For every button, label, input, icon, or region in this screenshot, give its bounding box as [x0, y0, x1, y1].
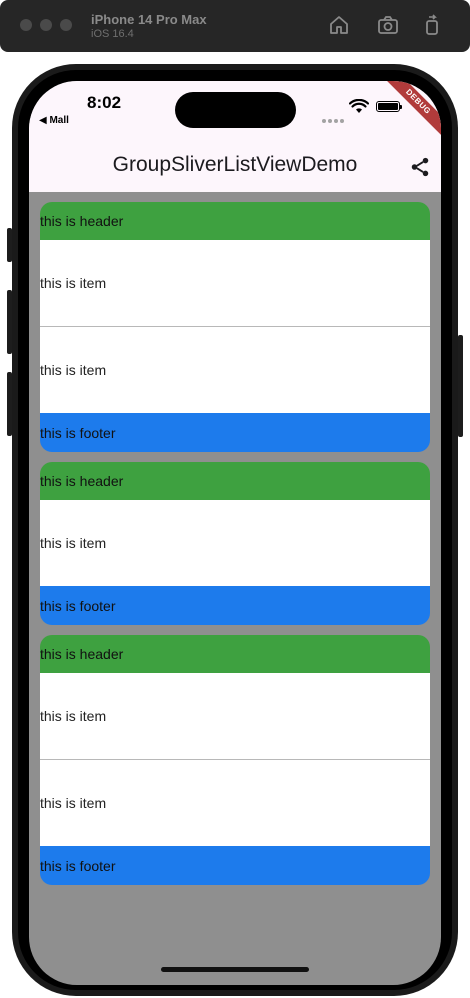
app-bar: 8:02 ◀ Mall DEBUG GroupSliverListViewDem… — [29, 81, 441, 192]
list-group: this is header this is item this is item… — [40, 635, 430, 885]
group-header: this is header — [40, 462, 430, 500]
volume-down-button — [7, 372, 12, 436]
device-name: iPhone 14 Pro Max — [91, 12, 207, 27]
battery-icon — [376, 101, 402, 112]
list-item[interactable]: this is item — [40, 240, 430, 326]
dynamic-island — [175, 92, 296, 128]
signal-dots-icon — [322, 110, 346, 128]
home-indicator[interactable] — [161, 967, 309, 972]
list-item[interactable]: this is item — [40, 500, 430, 586]
home-icon[interactable] — [327, 13, 351, 37]
list-group: this is header this is item this is item… — [40, 202, 430, 452]
action-button — [7, 228, 12, 262]
close-window-button[interactable] — [20, 19, 32, 31]
group-footer: this is footer — [40, 413, 430, 452]
rotate-icon[interactable] — [420, 13, 444, 37]
list-group: this is header this is item this is foot… — [40, 462, 430, 625]
simulator-toolbar: iPhone 14 Pro Max iOS 16.4 — [0, 0, 470, 52]
volume-up-button — [7, 290, 12, 354]
group-footer: this is footer — [40, 586, 430, 625]
power-button — [458, 335, 463, 437]
back-to-app-link[interactable]: ◀ Mall — [39, 115, 69, 126]
status-time: 8:02 — [87, 93, 122, 112]
wifi-icon — [349, 99, 369, 113]
list-item[interactable]: this is item — [40, 327, 430, 413]
os-version: iOS 16.4 — [91, 28, 134, 40]
group-sliver-list[interactable]: this is header this is item this is item… — [40, 202, 430, 895]
list-item[interactable]: this is item — [40, 673, 430, 759]
page-title: GroupSliverListViewDemo — [112, 153, 358, 176]
zoom-window-button[interactable] — [60, 19, 72, 31]
group-footer: this is footer — [40, 846, 430, 885]
group-header: this is header — [40, 202, 430, 240]
device-screen: 8:02 ◀ Mall DEBUG GroupSliverListViewDem… — [29, 81, 441, 985]
minimize-window-button[interactable] — [40, 19, 52, 31]
group-header: this is header — [40, 635, 430, 673]
list-item[interactable]: this is item — [40, 760, 430, 846]
screenshot-icon[interactable] — [376, 13, 400, 37]
share-icon[interactable] — [409, 156, 431, 178]
